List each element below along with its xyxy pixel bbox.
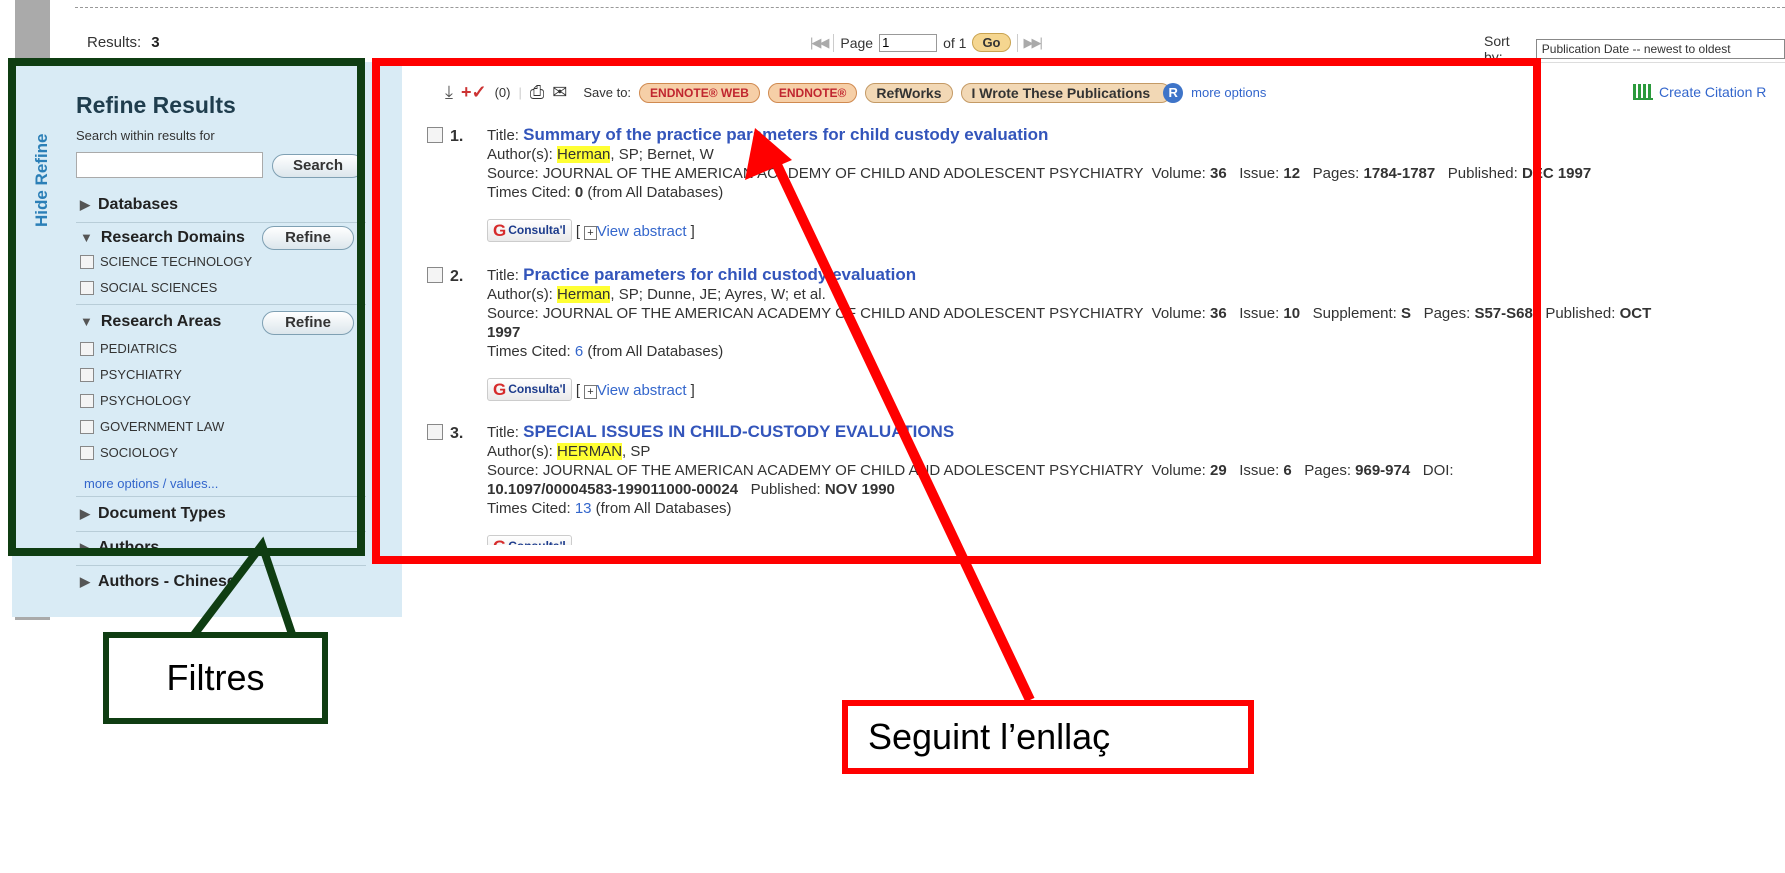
seguint-callout: Seguint l’enllaç	[842, 700, 1254, 774]
filtres-callout: Filtres	[103, 632, 328, 724]
